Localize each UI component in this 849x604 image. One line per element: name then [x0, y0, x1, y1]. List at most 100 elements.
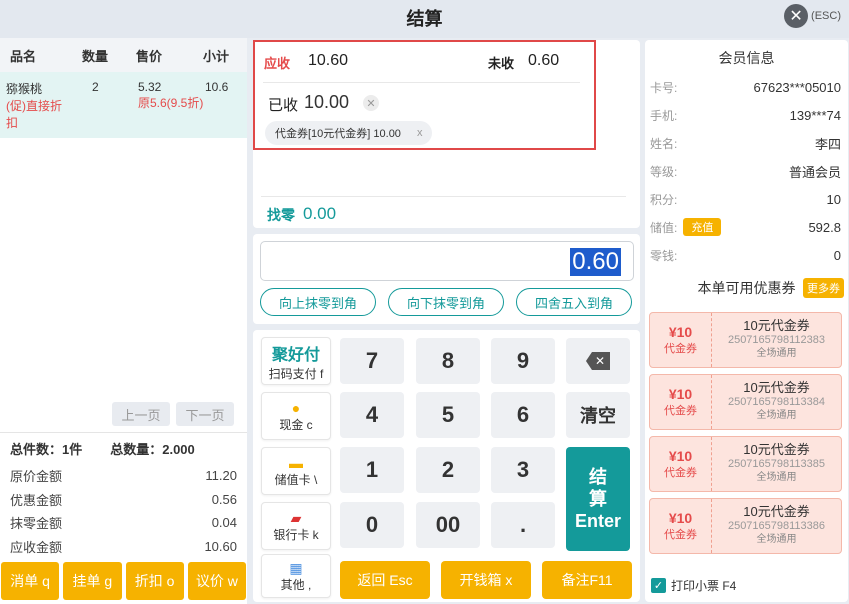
item-qty: 2 — [92, 80, 99, 94]
member-value: 普通会员 — [788, 164, 841, 180]
order-table-header: 品名 数量 售价 小计 — [0, 38, 247, 72]
member-row: 姓名: 李四 — [650, 133, 841, 153]
coupon-name: 10元代金券 — [743, 380, 810, 395]
round-half-button[interactable]: 四舍五入到角 — [516, 288, 632, 316]
summary-row: 应收金额 10.60 — [0, 535, 247, 559]
more-coupons-button[interactable]: 更多券 — [803, 278, 844, 298]
back-button[interactable]: 返回 Esc — [340, 561, 430, 599]
hold-order-button[interactable]: 挂单 g — [63, 562, 122, 600]
clear-button[interactable]: 清空 — [566, 392, 630, 438]
jhf-logo: 聚好付 — [271, 346, 320, 364]
key-4[interactable]: 4 — [340, 392, 404, 438]
discount-button[interactable]: 折扣 o — [125, 562, 184, 600]
summary-value: 11.20 — [205, 468, 237, 484]
key-6[interactable]: 6 — [491, 392, 555, 438]
payment-info: 应收 10.60 未收 0.60 已收 10.00 ✕ 代金券[10元代金券] … — [253, 40, 640, 228]
member-value: 67623***05010 — [753, 79, 841, 95]
summary-row: 抹零金额 0.04 — [0, 511, 247, 535]
coupon-card[interactable]: ¥10 代金券 10元代金券 2507165798113386 全场通用 — [649, 498, 842, 554]
coupon-name: 10元代金券 — [743, 442, 810, 457]
open-drawer-button[interactable]: 开钱箱 x — [441, 561, 531, 599]
key-8[interactable]: 8 — [416, 338, 480, 384]
applied-coupon-text: 代金券[10元代金券] 10.00 — [275, 128, 401, 140]
table-row[interactable]: 猕猴桃 (促)直接折 扣 2 5.32 原5.6(9.5折) 10.6 — [0, 72, 247, 138]
bank-card-button[interactable]: ▰ 银行卡 k — [261, 502, 331, 550]
unpaid-value: 0.60 — [528, 52, 560, 69]
summary-label: 抹零金额 — [10, 516, 63, 532]
recharge-button[interactable]: 充值 — [683, 218, 722, 236]
col-name: 品名 — [10, 48, 37, 64]
close-shortcut-label: (ESC) — [811, 10, 841, 22]
member-label: 储值: — [650, 220, 678, 235]
coupon-scope: 全场通用 — [756, 410, 797, 421]
checkout-enter-button[interactable]: 结 算 Enter — [566, 447, 630, 551]
close-icon: ✕ — [784, 4, 809, 28]
member-label: 积分: — [650, 192, 678, 207]
member-title: 会员信息 — [718, 50, 775, 66]
cancel-order-button[interactable]: 消单 q — [1, 562, 60, 600]
coupon-name: 10元代金券 — [743, 504, 810, 519]
key-9[interactable]: 9 — [491, 338, 555, 384]
key-7[interactable]: 7 — [340, 338, 404, 384]
key-5[interactable]: 5 — [416, 392, 480, 438]
member-label: 零钱: — [650, 248, 678, 263]
round-up-button[interactable]: 向上抹零到角 — [260, 288, 376, 316]
clear-paid-icon[interactable]: ✕ — [363, 95, 379, 111]
key-3[interactable]: 3 — [491, 447, 555, 493]
close-button[interactable]: ✕ (ESC) — [784, 4, 841, 28]
coupon-amount: ¥10 — [668, 324, 693, 340]
amount-input-panel: 0.60 向上抹零到角 向下抹零到角 四舍五入到角 — [253, 234, 640, 324]
summary-label: 原价金额 — [10, 469, 63, 485]
print-receipt-checkbox[interactable]: ✓ 打印小票 F4 — [651, 577, 736, 594]
coupon-name: 10元代金券 — [743, 318, 810, 333]
scan-pay-button[interactable]: 聚好付 扫码支付 f — [261, 337, 331, 385]
unionpay-icon: ▰ — [290, 509, 302, 526]
summary-value: 0.04 — [211, 515, 237, 531]
coupon-amount: ¥10 — [668, 386, 693, 402]
next-page-button[interactable]: 下一页 — [176, 402, 234, 426]
prev-page-button[interactable]: 上一页 — [112, 402, 170, 426]
backspace-button[interactable]: ✕ — [566, 338, 630, 384]
total-kinds: 总件数：1件 — [10, 442, 83, 457]
member-label: 姓名: — [650, 136, 678, 151]
key-2[interactable]: 2 — [416, 447, 480, 493]
due-value: 10.60 — [308, 52, 349, 69]
pay-method-label: 储值卡 \ — [274, 472, 318, 487]
col-subtotal: 小计 — [203, 48, 230, 64]
pay-method-label: 现金 c — [279, 417, 313, 432]
pager: 上一页 下一页 — [112, 402, 234, 426]
coupon-card[interactable]: ¥10 代金券 10元代金券 2507165798112383 全场通用 — [649, 312, 842, 368]
applied-coupon-chip: 代金券[10元代金券] 10.00 x — [265, 121, 433, 145]
amount-input-value: 0.60 — [570, 248, 621, 276]
cash-button[interactable]: ● 现金 c — [261, 392, 331, 440]
coupon-code: 2507165798112383 — [727, 334, 826, 346]
change-value: 0.00 — [303, 204, 337, 223]
member-row: 零钱: 0 — [650, 245, 841, 265]
remove-coupon-icon[interactable]: x — [417, 127, 423, 139]
keypad-panel: 聚好付 扫码支付 f ● 现金 c ▬ 储值卡 \ ▰ 银行卡 k ▦ 其他 ,… — [253, 330, 640, 602]
order-summary: 总件数：1件 总数量：2.000 原价金额 11.20 优惠金额 0.56 抹零金额… — [0, 432, 247, 558]
key-0[interactable]: 0 — [340, 502, 404, 548]
key-1[interactable]: 1 — [340, 447, 404, 493]
negotiate-price-button[interactable]: 议价 w — [187, 562, 246, 600]
summary-row: 原价金额 11.20 — [0, 464, 247, 488]
item-orig-price: 原5.6(9.5折) — [138, 96, 204, 110]
member-value: 0 — [833, 247, 841, 263]
other-pay-button[interactable]: ▦ 其他 , — [261, 554, 331, 598]
key-00[interactable]: 00 — [416, 502, 480, 548]
grid-icon: ▦ — [289, 559, 303, 576]
summary-row: 优惠金额 0.56 — [0, 488, 247, 512]
coupon-card[interactable]: ¥10 代金券 10元代金券 2507165798113385 全场通用 — [649, 436, 842, 492]
round-down-button[interactable]: 向下抹零到角 — [388, 288, 504, 316]
paid-label: 已收 — [268, 97, 299, 114]
member-label: 卡号: — [650, 80, 678, 95]
order-actions: 消单 q 挂单 g 折扣 o 议价 w — [0, 562, 247, 600]
coupon-amount: ¥10 — [668, 510, 693, 526]
due-label: 应收 — [264, 56, 291, 71]
key-dot[interactable]: . — [491, 502, 555, 548]
note-button[interactable]: 备注F11 — [542, 561, 632, 599]
stored-card-button[interactable]: ▬ 储值卡 \ — [261, 447, 331, 495]
coupon-card[interactable]: ¥10 代金券 10元代金券 2507165798113384 全场通用 — [649, 374, 842, 430]
item-promo-cont: 扣 — [6, 116, 19, 130]
amount-input[interactable]: 0.60 — [260, 241, 634, 281]
